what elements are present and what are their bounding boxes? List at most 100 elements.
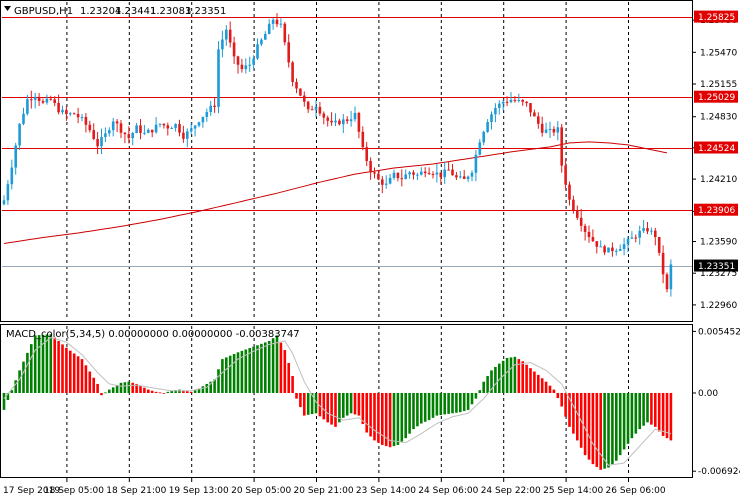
candle-body [189,128,193,132]
candle-body [135,125,138,134]
macd-bar [279,342,283,393]
macd-bar [431,392,435,418]
candle-body [186,131,189,139]
chart-svg: 1.257901.254701.251551.248301.245211.242… [0,0,740,500]
macd-bar [345,392,349,416]
candle-body [486,122,489,132]
candle-body [248,64,251,66]
candle-body [435,172,439,175]
macd-bar [108,389,111,393]
macd-bar [326,392,329,423]
macd-bar [478,390,482,393]
candle-body [388,177,392,184]
macd-bar [447,392,450,414]
macd-bar [634,392,638,434]
macd-bar [396,392,400,445]
candle-body [646,228,649,232]
macd-bar [143,387,146,393]
macd-bar [560,392,563,407]
candle-body [69,113,72,115]
macd-bar [256,345,259,393]
macd-bar [388,392,392,448]
candle-body [158,123,162,125]
macd-bar [45,334,49,393]
candle-body [2,200,6,205]
price-tick-label: 1.22960 [700,301,737,311]
macd-bar [622,392,626,450]
candle-body [443,169,446,178]
candle-body [303,95,306,102]
macd-bar [291,376,294,393]
price-level-tag-label: 1.25029 [698,93,735,103]
macd-bar [650,392,653,425]
time-label: 23 Sep 14:00 [356,486,416,496]
macd-bar [342,392,345,418]
macd-bar [377,392,380,443]
candle-body [182,132,185,139]
candle-body [423,171,427,174]
candle-body [271,19,275,24]
candle-body [509,99,513,103]
candle-body [65,109,68,115]
time-label: 19 Sep 13:00 [169,486,229,496]
macd-bar [544,381,548,393]
candle-body [501,101,505,104]
candle-body [466,176,470,180]
candle-body [6,184,10,201]
candle-body [318,106,322,114]
candle-body [470,172,474,177]
macd-bar [131,382,134,393]
macd-bar [349,392,353,414]
macd-bar [88,371,92,393]
candle-body [525,101,528,104]
macd-bar [127,381,131,393]
candle-body [400,178,404,180]
macd-bar [661,392,665,436]
candle-body [622,244,626,249]
candle-body [416,174,419,176]
macd-bar [33,335,37,393]
candle-body [455,175,458,178]
macd-bar [443,392,446,415]
macd-bar [618,392,622,456]
candle-body [330,120,333,123]
macd-bar [252,346,255,393]
macd-bar [267,341,271,393]
candle-body [80,116,84,118]
macd-bar [494,367,497,393]
candle-body [657,236,661,253]
candle-body [408,172,411,175]
macd-bar [84,365,88,393]
macd-bar [505,357,509,393]
macd-bar [595,392,599,467]
price-level-tag-label: 1.25825 [698,13,735,23]
macd-bar [365,392,368,433]
candle-body [291,62,294,82]
candle-body [665,274,669,290]
macd-bar [299,392,302,408]
macd-bar [295,392,298,399]
macd-bar [147,389,150,393]
candle-body [494,107,497,115]
close-value: 1.23351 [185,6,226,17]
candle-body [170,127,173,129]
macd-bar [260,343,263,393]
candle-body [548,129,552,131]
macd-bar [607,392,610,468]
macd-bar [205,383,209,393]
macd-bar [14,380,17,393]
macd-bar [654,392,657,427]
candle-body [201,116,205,123]
candle-body [326,117,329,121]
candle-body [14,145,17,168]
macd-bar [552,389,556,393]
macd-bar [334,392,337,427]
price-tick-label: 1.24210 [700,175,737,185]
candle-body [490,114,493,123]
candle-body [537,116,540,124]
candle-body [10,167,14,185]
candle-body [572,199,575,211]
candle-body [447,169,450,171]
macd-bar [540,378,544,393]
candle-body [306,101,310,110]
